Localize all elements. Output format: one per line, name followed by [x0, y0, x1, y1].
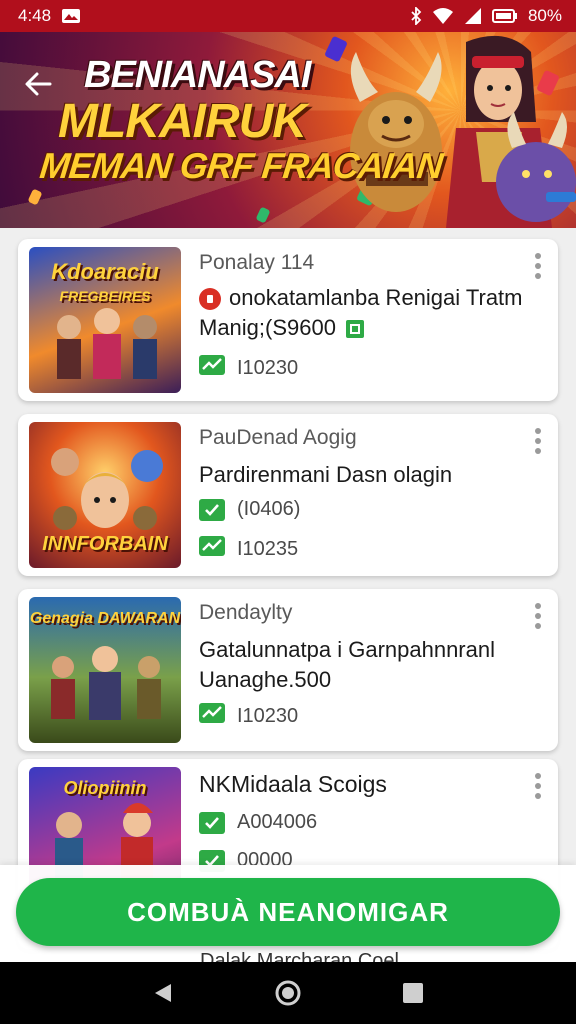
thumbnail-characters	[51, 646, 161, 720]
primary-action-label: COMBUÀ NEANOMIGAR	[127, 896, 449, 927]
primary-action-button[interactable]: COMBUÀ NEANOMIGAR	[16, 878, 560, 946]
nav-recents-button[interactable]	[393, 973, 433, 1013]
more-options-button[interactable]	[528, 251, 548, 281]
trend-icon	[199, 536, 225, 562]
card-price-row: Manig;(S9600	[199, 315, 365, 341]
signal-icon	[464, 7, 482, 25]
card-title-line2: Uanaghe.500	[199, 667, 332, 692]
battery-icon	[491, 8, 518, 24]
card-subtitle: Dendaylty	[199, 601, 293, 624]
back-button[interactable]	[18, 64, 58, 104]
card-stat-value: I10235	[237, 537, 299, 560]
hero-title: BENIANASAI MLKAIRUK MEMAN GRF FRACAIAN	[37, 54, 445, 186]
card-stat-row: I10235	[199, 536, 298, 562]
circle-home-icon	[275, 980, 301, 1006]
list-item[interactable]: Kdoaraciu FREGBEIRES Ponalay 114 onokata…	[18, 239, 558, 401]
list-item[interactable]: Genagia DAWARAN Dendaylty Gatalunnatpa i…	[18, 589, 558, 751]
card-stat-row: I10230	[199, 703, 298, 729]
gallery-notification-icon	[61, 8, 81, 24]
card-title: onokatamlanba Renigai Tratm	[229, 285, 523, 310]
bluetooth-icon	[410, 7, 422, 25]
hero-title-line3: MEMAN GRF FRACAIAN	[37, 145, 445, 186]
check-icon	[199, 498, 225, 521]
game-thumbnail: Kdoaraciu FREGBEIRES	[29, 247, 181, 393]
system-navigation-bar	[0, 962, 576, 1024]
hero-title-line2: MLKAIRUK	[58, 95, 307, 148]
more-options-button[interactable]	[528, 601, 548, 631]
trend-icon	[199, 703, 225, 729]
more-options-button[interactable]	[528, 771, 548, 801]
card-check-row: A004006	[199, 811, 317, 834]
thumbnail-characters	[57, 308, 157, 379]
card-title: NKMidaala Scoigs	[199, 771, 387, 797]
back-arrow-icon	[25, 72, 52, 96]
check-icon	[199, 811, 225, 834]
hero-title-line1: BENIANASAI	[84, 54, 311, 96]
card-check-value: A004006	[237, 811, 318, 833]
card-title: Pardirenmani Dasn olagin	[199, 462, 453, 487]
battery-percent: 80%	[527, 6, 562, 25]
triangle-back-icon	[154, 984, 171, 1002]
hero-banner: BENIANASAI MLKAIRUK MEMAN GRF FRACAIAN	[0, 32, 576, 228]
card-subtitle: PauDenad Aogig	[199, 426, 357, 449]
card-title: Gatalunnatpa i Garnpahnnranl	[199, 637, 495, 662]
more-options-button[interactable]	[528, 426, 548, 456]
game-thumbnail: INNFORBAIN	[29, 422, 181, 568]
card-price: Manig;(S9600	[199, 315, 336, 340]
card-check-value: (I0406)	[237, 498, 301, 520]
wifi-icon	[432, 7, 454, 25]
price-tag-icon	[346, 320, 365, 339]
card-stat-row: I10230	[199, 355, 298, 381]
trend-icon	[199, 355, 225, 381]
card-subtitle: Ponalay 114	[199, 251, 315, 274]
card-stat-value: I10230	[237, 704, 299, 727]
status-bar: 4:48 80%	[0, 0, 576, 32]
thumbnail-title: INNFORBAIN	[42, 533, 168, 555]
card-title-row: onokatamlanba Renigai Tratm	[199, 285, 523, 311]
status-time: 4:48	[18, 6, 52, 25]
game-badge-icon	[199, 288, 221, 311]
nav-home-button[interactable]	[268, 973, 308, 1013]
nav-back-button[interactable]	[143, 973, 183, 1013]
game-thumbnail: Genagia DAWARAN	[29, 597, 181, 743]
card-stat-value: I10230	[237, 356, 299, 379]
list-item[interactable]: INNFORBAIN PauDenad Aogig Pardirenmani D…	[18, 414, 558, 576]
square-recents-icon	[403, 983, 424, 1003]
card-check-row: (I0406)	[199, 498, 300, 521]
